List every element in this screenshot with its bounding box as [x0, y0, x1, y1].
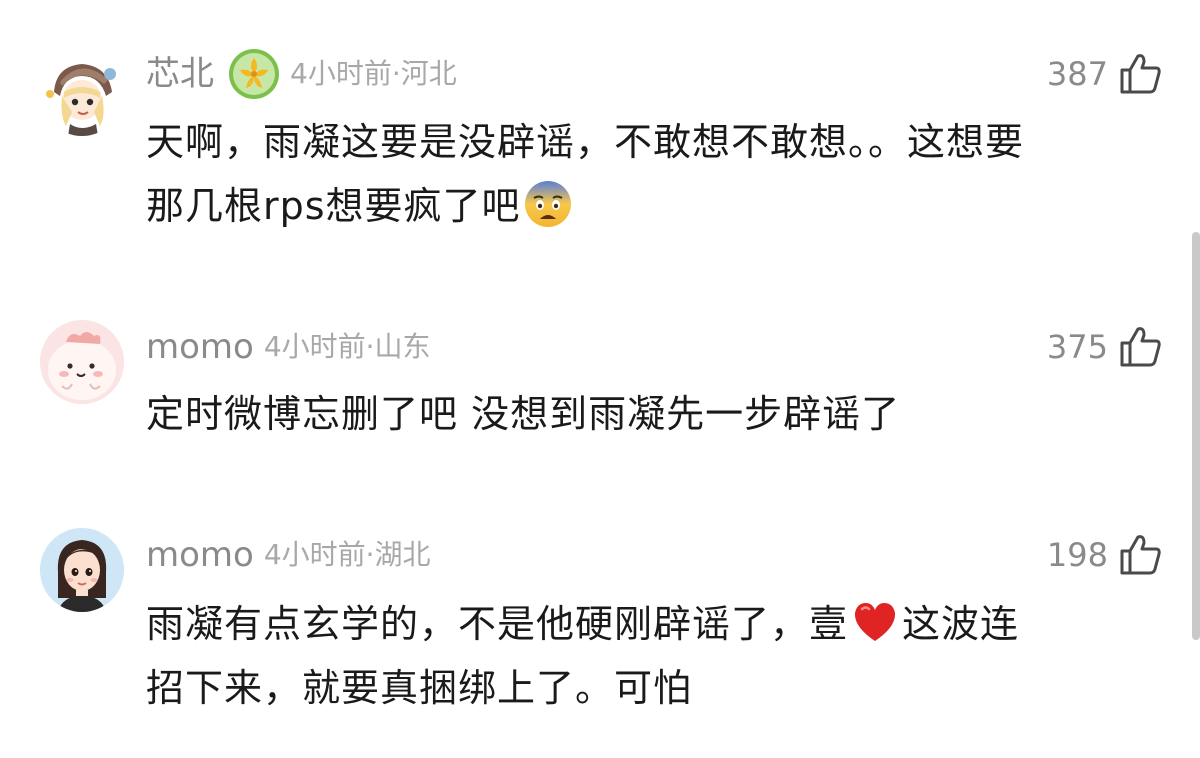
comment-header: momo 4小时前·湖北	[146, 535, 431, 575]
anime-girl-avatar	[40, 52, 124, 136]
username[interactable]: momo	[146, 535, 254, 575]
like-count: 375	[1046, 328, 1108, 366]
fearful-face-emoji-icon	[524, 181, 571, 227]
comment-text: 天啊，雨凝这要是没辟谣，不敢想不敢想。。这想要 那几根rps想要疯了吧	[146, 110, 1146, 238]
comment-text-segment: 那几根rps想要疯了吧	[146, 184, 521, 228]
comment-text-line: 那几根rps想要疯了吧	[146, 174, 1146, 238]
like-button[interactable]: 375	[1047, 321, 1164, 373]
comment-item: momo 4小时前·湖北 198 雨凝有点玄学的，不是他硬刚辟谣了，壹 这波连 …	[0, 506, 1200, 756]
comment-text-line: 定时微博忘删了吧 没想到雨凝先一步辟谣了	[146, 392, 901, 436]
comment-header: 芯北 4小时前·河北	[146, 49, 457, 99]
comment-item: 芯北 4小时前·河北 387 天啊，雨凝这要是没辟谣，不敢想不敢想。。这想要 那…	[0, 0, 1200, 260]
avatar[interactable]	[40, 52, 124, 136]
thumbs-up-icon	[1120, 327, 1161, 367]
avatar[interactable]	[40, 320, 124, 404]
comment-text-segment: 雨凝有点玄学的，不是他硬刚辟谣了，壹	[146, 602, 849, 646]
scrollbar[interactable]	[1192, 232, 1200, 640]
comment-meta: 4小时前·河北	[290, 57, 457, 90]
comment-text-line: 雨凝有点玄学的，不是他硬刚辟谣了，壹 这波连	[146, 592, 1146, 656]
comment-text-segment: 这波连	[902, 602, 1020, 646]
username[interactable]: 芯北	[146, 54, 214, 94]
thumbs-up-icon	[1120, 535, 1161, 575]
comment-text: 雨凝有点玄学的，不是他硬刚辟谣了，壹 这波连 招下来，就要真捆绑上了。可怕	[146, 592, 1146, 720]
comment-meta: 4小时前·湖北	[263, 538, 431, 571]
red-heart-emoji-icon	[854, 603, 896, 641]
comment-text-line: 天啊，雨凝这要是没辟谣，不敢想不敢想。。这想要	[146, 120, 1025, 164]
pink-blob-avatar	[40, 320, 124, 404]
comment-text-line: 招下来，就要真捆绑上了。可怕	[146, 666, 693, 710]
comment-text: 定时微博忘删了吧 没想到雨凝先一步辟谣了	[146, 382, 1146, 446]
avatar[interactable]	[40, 528, 124, 612]
like-count: 387	[1046, 55, 1108, 93]
golden-flower-badge-icon[interactable]	[228, 48, 280, 100]
comment-item: momo 4小时前·山东 375 定时微博忘删了吧 没想到雨凝先一步辟谣了	[0, 300, 1200, 480]
comment-header: momo 4小时前·山东	[146, 327, 431, 367]
like-count: 198	[1046, 536, 1108, 574]
comment-meta: 4小时前·山东	[263, 330, 431, 363]
cartoon-woman-avatar	[40, 528, 124, 612]
like-button[interactable]: 387	[1047, 48, 1164, 100]
like-button[interactable]: 198	[1047, 529, 1164, 581]
username[interactable]: momo	[146, 327, 254, 367]
thumbs-up-icon	[1120, 54, 1161, 94]
